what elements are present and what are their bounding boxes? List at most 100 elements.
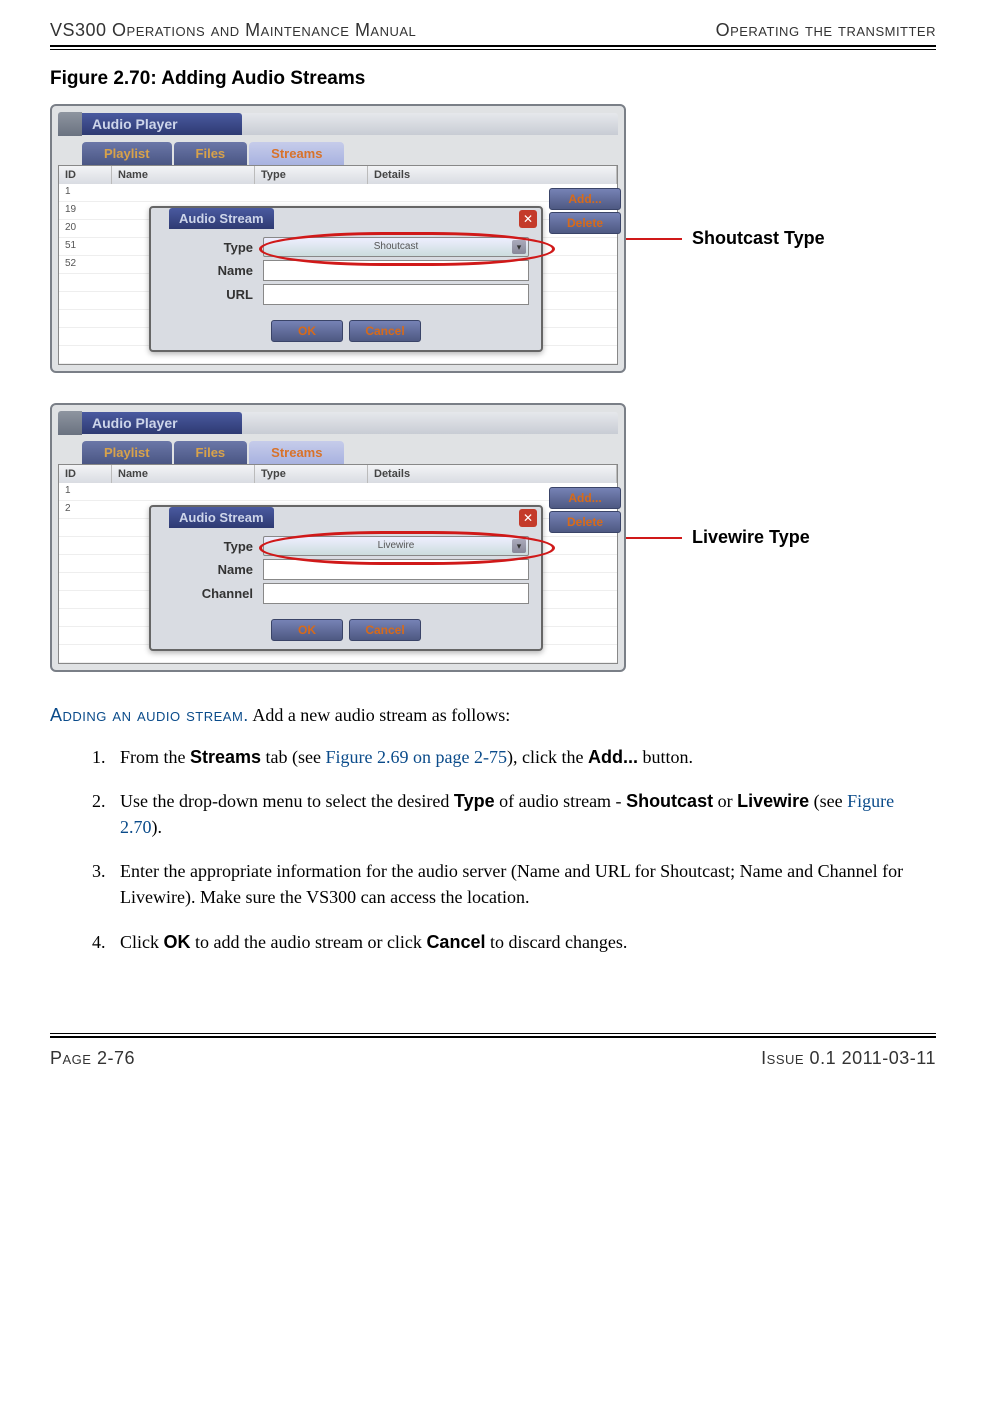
cancel-button[interactable]: Cancel (349, 619, 421, 641)
step-3: 3. Enter the appropriate information for… (92, 858, 936, 910)
delete-button[interactable]: Delete (549, 212, 621, 234)
window-corner (58, 112, 82, 136)
col-type: Type (255, 465, 368, 483)
label-name: Name (163, 263, 253, 278)
ui-term: Shoutcast (626, 791, 713, 811)
footer-page: Page 2-76 (50, 1048, 135, 1069)
tab-playlist[interactable]: Playlist (82, 142, 172, 165)
text: to discard changes. (485, 932, 627, 952)
header-left: VS300 Operations and Maintenance Manual (50, 20, 416, 41)
step-number: 1. (92, 744, 120, 770)
text: of audio stream - (495, 791, 626, 811)
page-header: VS300 Operations and Maintenance Manual … (50, 20, 936, 45)
step-4: 4. Click OK to add the audio stream or c… (92, 929, 936, 955)
step-number: 4. (92, 929, 120, 955)
label-name: Name (163, 562, 253, 577)
ui-term: Streams (190, 747, 261, 767)
run-in-heading: Adding an audio stream. (50, 705, 249, 725)
text: ), click the (507, 747, 588, 767)
tab-files[interactable]: Files (174, 441, 248, 464)
header-rule-thick (50, 45, 936, 47)
annotation-line (626, 238, 682, 240)
text: Use the drop-down menu to select the des… (120, 791, 454, 811)
cancel-button[interactable]: Cancel (349, 320, 421, 342)
label-type: Type (163, 240, 253, 255)
type-select[interactable]: Livewire ▾ (263, 536, 529, 556)
step-1: 1. From the Streams tab (see Figure 2.69… (92, 744, 936, 770)
window-corner (58, 411, 82, 435)
name-field[interactable] (263, 559, 529, 580)
channel-field[interactable] (263, 583, 529, 604)
ui-term: Type (454, 791, 495, 811)
col-name: Name (112, 166, 255, 184)
text: Click (120, 932, 164, 952)
text: From the (120, 747, 190, 767)
text: to add the audio stream or click (191, 932, 427, 952)
footer-issue: Issue 0.1 2011-03-11 (761, 1048, 936, 1069)
cell-id: 1 (59, 483, 111, 500)
cross-ref-link[interactable]: Figure 2.69 on page 2-75 (326, 747, 507, 767)
cell-id: 52 (59, 256, 111, 273)
body-intro-rest: Add a new audio stream as follows: (249, 705, 510, 725)
delete-button[interactable]: Delete (549, 511, 621, 533)
table-row[interactable]: 1 (59, 184, 617, 202)
ok-button[interactable]: OK (271, 619, 343, 641)
window-titlebar-filler (242, 412, 618, 434)
step-number: 2. (92, 788, 120, 840)
type-select-value: Livewire (378, 540, 415, 551)
footer-rule-thick (50, 1036, 936, 1038)
screenshot-livewire: Audio Player Playlist Files Streams ID N… (50, 403, 626, 672)
text: (see (809, 791, 847, 811)
ui-term: Add... (588, 747, 638, 767)
type-select[interactable]: Shoutcast ▾ (263, 237, 529, 257)
col-id: ID (59, 166, 112, 184)
cell-id: 2 (59, 501, 111, 518)
dialog-title: Audio Stream (169, 208, 274, 229)
tab-playlist[interactable]: Playlist (82, 441, 172, 464)
add-button[interactable]: Add... (549, 487, 621, 509)
text: ). (152, 817, 163, 837)
label-channel: Channel (163, 586, 253, 601)
close-icon[interactable]: ✕ (519, 509, 537, 527)
text: tab (see (261, 747, 325, 767)
cell-id: 1 (59, 184, 111, 201)
col-details: Details (368, 465, 617, 483)
figure-title: Figure 2.70: Adding Audio Streams (50, 68, 936, 90)
dialog-title: Audio Stream (169, 507, 274, 528)
window-titlebar-filler (242, 113, 618, 135)
tab-files[interactable]: Files (174, 142, 248, 165)
url-field[interactable] (263, 284, 529, 305)
cell-id: 20 (59, 220, 111, 237)
table-row[interactable]: 1 (59, 483, 617, 501)
screenshot-shoutcast: Audio Player Playlist Files Streams ID N… (50, 104, 626, 373)
annotation-livewire: Livewire Type (692, 527, 810, 548)
audio-stream-dialog: Audio Stream ✕ Type Shoutcast ▾ (149, 206, 543, 352)
col-name: Name (112, 465, 255, 483)
tab-streams[interactable]: Streams (249, 441, 344, 464)
window-title: Audio Player (82, 113, 242, 135)
ui-term: Cancel (426, 932, 485, 952)
name-field[interactable] (263, 260, 529, 281)
annotation-line (626, 537, 682, 539)
label-type: Type (163, 539, 253, 554)
ok-button[interactable]: OK (271, 320, 343, 342)
audio-stream-dialog: Audio Stream ✕ Type Livewire ▾ (149, 505, 543, 651)
col-id: ID (59, 465, 112, 483)
cell-id: 51 (59, 238, 111, 255)
text: or (713, 791, 737, 811)
header-right: Operating the transmitter (716, 20, 936, 41)
cell-id: 19 (59, 202, 111, 219)
chevron-down-icon[interactable]: ▾ (512, 240, 526, 254)
col-details: Details (368, 166, 617, 184)
close-icon[interactable]: ✕ (519, 210, 537, 228)
add-button[interactable]: Add... (549, 188, 621, 210)
body-paragraph: Adding an audio stream. Add a new audio … (50, 702, 936, 728)
chevron-down-icon[interactable]: ▾ (512, 539, 526, 553)
tab-streams[interactable]: Streams (249, 142, 344, 165)
page-footer: Page 2-76 Issue 0.1 2011-03-11 (50, 1048, 936, 1069)
text: Enter the appropriate information for th… (120, 858, 936, 910)
col-type: Type (255, 166, 368, 184)
header-rule-thin (50, 49, 936, 50)
step-2: 2. Use the drop-down menu to select the … (92, 788, 936, 840)
annotation-shoutcast: Shoutcast Type (692, 228, 825, 249)
